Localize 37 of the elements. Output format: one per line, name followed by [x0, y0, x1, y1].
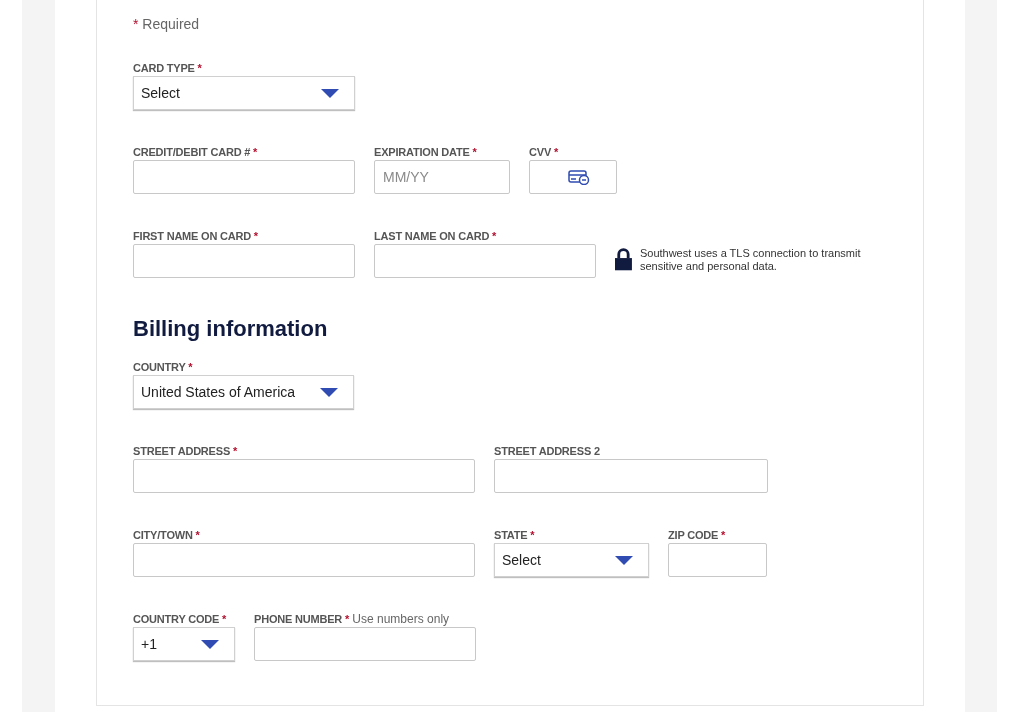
- caret-icon: [201, 639, 219, 649]
- input-field[interactable]: [133, 160, 355, 194]
- input-field[interactable]: [133, 459, 475, 494]
- field-label: CVV *: [529, 145, 559, 160]
- card-icon: [568, 169, 590, 185]
- cvv-field[interactable]: [529, 160, 617, 194]
- input-field[interactable]: [254, 627, 476, 662]
- field-label: COUNTRY CODE *: [133, 612, 228, 628]
- field-label: STREET ADDRESS *: [133, 444, 238, 460]
- caret-icon: [615, 555, 633, 565]
- select-dropdown[interactable]: Select: [494, 543, 649, 578]
- caret-icon: [320, 387, 338, 397]
- field-label: LAST NAME ON CARD *: [374, 229, 498, 244]
- input-field[interactable]: [133, 543, 475, 578]
- input-field[interactable]: [668, 543, 767, 578]
- lock-icon: [615, 247, 632, 271]
- field-label: STREET ADDRESS 2: [494, 444, 601, 460]
- select-dropdown[interactable]: United States of America: [133, 375, 354, 410]
- field-label: CITY/TOWN *: [133, 528, 201, 544]
- section-heading: Billing information: [133, 316, 329, 343]
- field-label: PHONE NUMBER * Use numbers only: [254, 612, 451, 628]
- field-label: CARD TYPE *: [133, 61, 203, 76]
- field-label: FIRST NAME ON CARD *: [133, 229, 259, 244]
- select-dropdown[interactable]: +1: [133, 627, 235, 662]
- input-field[interactable]: [494, 459, 768, 494]
- field-label: EXPIRATION DATE *: [374, 145, 478, 160]
- field-label: CREDIT/DEBIT CARD # *: [133, 145, 259, 160]
- required-note: * Required: [133, 15, 201, 34]
- field-label: STATE *: [494, 528, 536, 544]
- security-note: Southwest uses a TLS connection to transmit sensitive and personal data.: [639, 247, 862, 273]
- input-field[interactable]: [374, 244, 596, 278]
- input-field[interactable]: [133, 244, 355, 278]
- field-label: ZIP CODE *: [668, 528, 727, 544]
- select-dropdown[interactable]: Select: [133, 76, 355, 110]
- input-field[interactable]: MM/YY: [374, 160, 510, 194]
- field-label: COUNTRY *: [133, 360, 194, 376]
- caret-icon: [321, 88, 339, 98]
